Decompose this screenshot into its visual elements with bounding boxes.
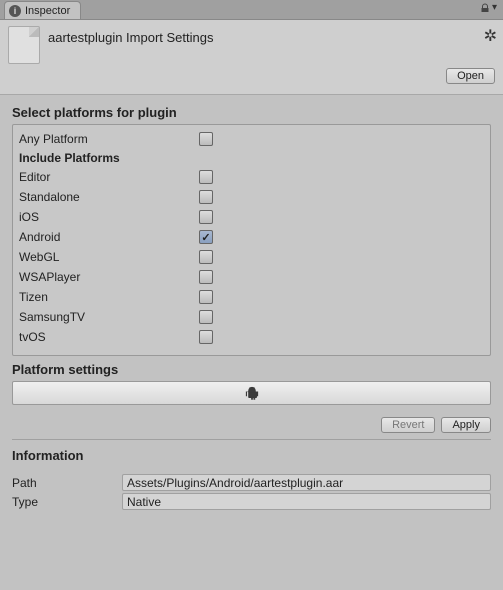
header: aartestplugin Import Settings ✲ Open: [0, 20, 503, 95]
platform-checkbox-android[interactable]: [199, 230, 213, 244]
platform-checkbox-webgl[interactable]: [199, 250, 213, 264]
info-type-row: Type Native: [0, 492, 503, 511]
android-icon: [245, 386, 259, 400]
platform-label: Editor: [19, 170, 199, 184]
information-title: Information: [12, 448, 491, 463]
platform-label: SamsungTV: [19, 310, 199, 324]
platform-label: Android: [19, 230, 199, 244]
platform-row-ios: iOS: [19, 207, 484, 227]
platform-settings-tabbar[interactable]: [12, 381, 491, 405]
any-platform-row: Any Platform: [19, 129, 484, 149]
information-panel: Information: [0, 442, 503, 473]
platform-label: Standalone: [19, 190, 199, 204]
platform-checkbox-editor[interactable]: [199, 170, 213, 184]
info-type-label: Type: [12, 495, 122, 509]
platform-settings-panel: Platform settings: [0, 362, 503, 411]
any-platform-label: Any Platform: [19, 132, 199, 146]
inspector-tab[interactable]: i Inspector: [4, 1, 81, 19]
open-button[interactable]: Open: [446, 68, 495, 84]
inspector-tab-label: Inspector: [25, 5, 70, 17]
platform-checkbox-tvos[interactable]: [199, 330, 213, 344]
platform-checkbox-wsaplayer[interactable]: [199, 270, 213, 284]
platform-checkbox-tizen[interactable]: [199, 290, 213, 304]
platform-label: WebGL: [19, 250, 199, 264]
tab-bar: i Inspector ▾: [0, 0, 503, 20]
info-path-value: Assets/Plugins/Android/aartestplugin.aar: [122, 474, 491, 491]
platform-checkbox-standalone[interactable]: [199, 190, 213, 204]
platforms-panel: Select platforms for plugin Any Platform…: [0, 95, 503, 362]
revert-button[interactable]: Revert: [381, 417, 435, 433]
apply-row: Revert Apply: [0, 411, 503, 437]
platform-row-android: Android: [19, 227, 484, 247]
platform-row-wsaplayer: WSAPlayer: [19, 267, 484, 287]
file-icon: [8, 26, 40, 64]
info-type-value: Native: [122, 493, 491, 510]
platform-row-tizen: Tizen: [19, 287, 484, 307]
platform-row-webgl: WebGL: [19, 247, 484, 267]
info-path-label: Path: [12, 476, 122, 490]
chevron-down-icon: ▾: [492, 2, 497, 13]
page-title: aartestplugin Import Settings: [48, 26, 495, 45]
platforms-box: Any Platform Include Platforms Editor Sta…: [12, 124, 491, 356]
platform-label: tvOS: [19, 330, 199, 344]
platform-settings-title: Platform settings: [12, 362, 491, 377]
platforms-title: Select platforms for plugin: [12, 105, 491, 120]
include-platforms-title: Include Platforms: [19, 149, 484, 167]
platform-checkbox-ios[interactable]: [199, 210, 213, 224]
info-icon: i: [9, 5, 21, 17]
gear-icon[interactable]: ✲: [484, 26, 497, 46]
platform-checkbox-samsungtv[interactable]: [199, 310, 213, 324]
info-path-row: Path Assets/Plugins/Android/aartestplugi…: [0, 473, 503, 492]
platform-row-standalone: Standalone: [19, 187, 484, 207]
lock-dropdown[interactable]: ▾: [480, 2, 497, 13]
any-platform-checkbox[interactable]: [199, 132, 213, 146]
lock-icon: [480, 3, 490, 13]
platform-label: Tizen: [19, 290, 199, 304]
platform-row-editor: Editor: [19, 167, 484, 187]
separator: [12, 439, 491, 440]
platform-row-samsungtv: SamsungTV: [19, 307, 484, 327]
apply-button[interactable]: Apply: [441, 417, 491, 433]
platform-label: WSAPlayer: [19, 270, 199, 284]
platform-label: iOS: [19, 210, 199, 224]
platform-row-tvos: tvOS: [19, 327, 484, 347]
